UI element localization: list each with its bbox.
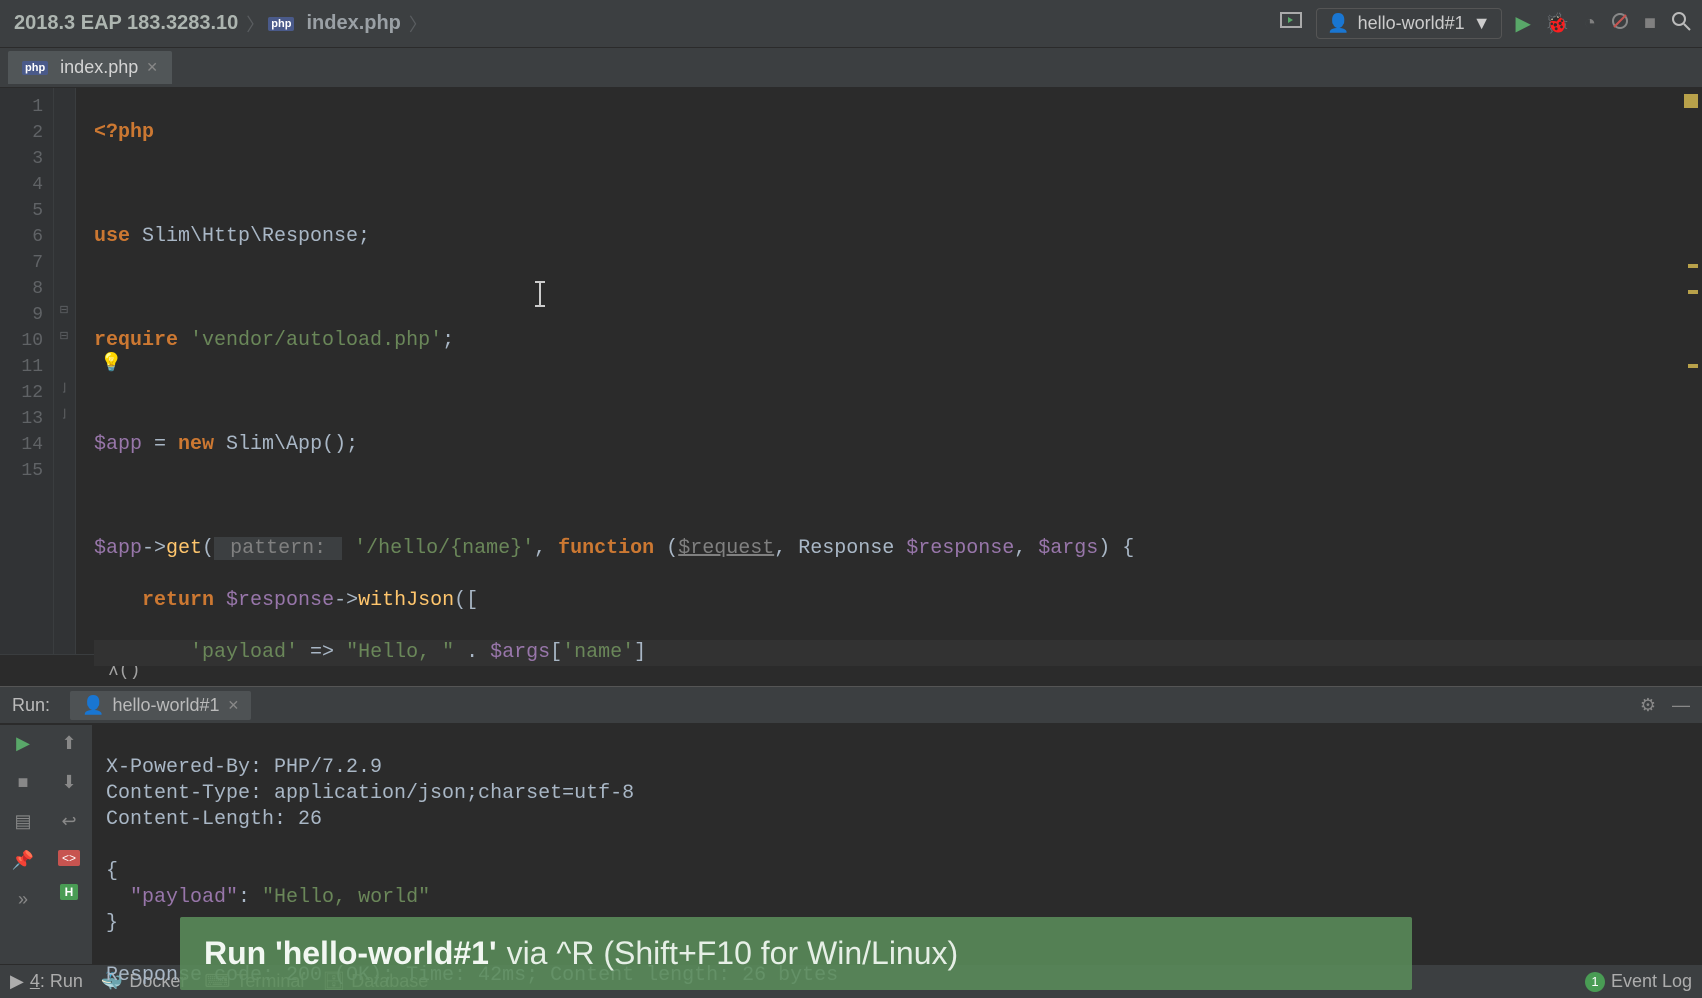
search-icon[interactable]	[1670, 10, 1692, 38]
run-tab[interactable]: 👤 hello-world#1 ✕	[70, 691, 251, 720]
scroll-down-icon[interactable]: ⬇	[61, 772, 76, 793]
run-config-select[interactable]: 👤 hello-world#1 ▼	[1316, 8, 1501, 39]
line-gutter[interactable]: 1234 5678 9101112 131415	[0, 88, 54, 654]
status-event-log[interactable]: 1 Event Log	[1585, 971, 1692, 992]
breadcrumb: 2018.3 EAP 183.3283.10 〉 php index.php 〉	[10, 11, 1280, 37]
minimize-icon[interactable]: —	[1672, 695, 1690, 716]
play-icon[interactable]: ▶	[16, 733, 30, 754]
close-icon[interactable]: ✕	[228, 697, 240, 714]
fold-minus-icon[interactable]: ⊟	[58, 330, 70, 342]
bug-icon[interactable]: 🐞	[1545, 11, 1570, 36]
pin-icon[interactable]: 📌	[12, 850, 34, 871]
event-count-badge: 1	[1585, 972, 1605, 992]
tab-label: index.php	[60, 57, 138, 78]
chevron-down-icon: ▼	[1473, 13, 1491, 34]
error-stripe[interactable]	[1684, 88, 1700, 654]
person-icon: 👤	[1327, 13, 1349, 34]
php-open-tag: <?php	[94, 121, 154, 144]
editor-tabs: php index.php ✕	[0, 48, 1702, 88]
notify-rest: via ^R (Shift+F10 for Win/Linux)	[507, 935, 959, 972]
stop-icon[interactable]: ■	[1644, 12, 1656, 35]
fold-end-icon[interactable]: ⌋	[58, 408, 70, 420]
run-toolbar-left: ▶ ■ ▤ 📌 »	[0, 725, 46, 964]
gear-icon[interactable]: ⚙	[1640, 695, 1656, 716]
person-icon: 👤	[82, 695, 104, 716]
run-label: Run:	[12, 695, 50, 716]
fold-end-icon[interactable]: ⌋	[58, 382, 70, 394]
status-run[interactable]: ▶ 4: 4: RunRun	[10, 971, 83, 992]
fold-gutter[interactable]: ⊟ ⊟ ⌋ ⌋	[54, 88, 76, 654]
scroll-up-icon[interactable]: ⬆	[61, 733, 76, 754]
soft-wrap-icon[interactable]: ↩	[61, 811, 76, 832]
stop-icon[interactable]: ■	[18, 772, 29, 793]
expand-icon[interactable]: »	[18, 889, 28, 910]
run-panel-header: Run: 👤 hello-world#1 ✕ ⚙ —	[0, 686, 1702, 724]
headers-icon[interactable]: H	[60, 884, 79, 900]
shortcut-notification: Run 'hello-world#1' via ^R (Shift+F10 fo…	[180, 917, 1412, 990]
fold-minus-icon[interactable]: ⊟	[58, 304, 70, 316]
run-tab-label: hello-world#1	[112, 695, 219, 716]
profile-icon[interactable]: ◔	[1584, 12, 1596, 35]
chevron-right-icon: 〉	[246, 11, 264, 37]
top-toolbar: 2018.3 EAP 183.3283.10 〉 php index.php 〉…	[0, 0, 1702, 48]
tab-index-php[interactable]: php index.php ✕	[8, 51, 172, 84]
close-icon[interactable]: ✕	[146, 59, 158, 76]
run-toolbar-2: ⬆ ⬇ ↩ <> H	[46, 725, 92, 964]
warning-mark-icon[interactable]	[1688, 264, 1698, 268]
monitor-icon[interactable]	[1280, 12, 1302, 36]
layout-icon[interactable]: ▤	[14, 811, 31, 832]
php-file-icon: php	[268, 17, 294, 31]
breadcrumb-version[interactable]: 2018.3 EAP 183.3283.10	[10, 12, 242, 35]
top-actions: 👤 hello-world#1 ▼ ▶ 🐞 ◔ ■	[1280, 8, 1692, 39]
attach-debug-icon[interactable]	[1610, 11, 1630, 37]
code-area[interactable]: <?php use Slim\Http\Response; require 'v…	[76, 88, 1702, 654]
chevron-right-icon: 〉	[409, 11, 427, 37]
php-file-icon: php	[22, 61, 48, 75]
editor[interactable]: 1234 5678 9101112 131415 ⊟ ⊟ ⌋ ⌋ 💡 <?php…	[0, 88, 1702, 654]
notify-strong: Run 'hello-world#1'	[204, 935, 497, 972]
play-icon[interactable]: ▶	[1516, 11, 1531, 36]
config-label: hello-world#1	[1358, 13, 1465, 34]
warning-mark-icon[interactable]	[1688, 290, 1698, 294]
text-cursor-icon	[532, 280, 548, 308]
inspection-status-icon[interactable]	[1684, 94, 1698, 108]
breadcrumb-file[interactable]: index.php	[302, 12, 404, 35]
source-icon[interactable]: <>	[58, 850, 80, 866]
warning-mark-icon[interactable]	[1688, 364, 1698, 368]
play-icon: ▶	[10, 971, 24, 992]
